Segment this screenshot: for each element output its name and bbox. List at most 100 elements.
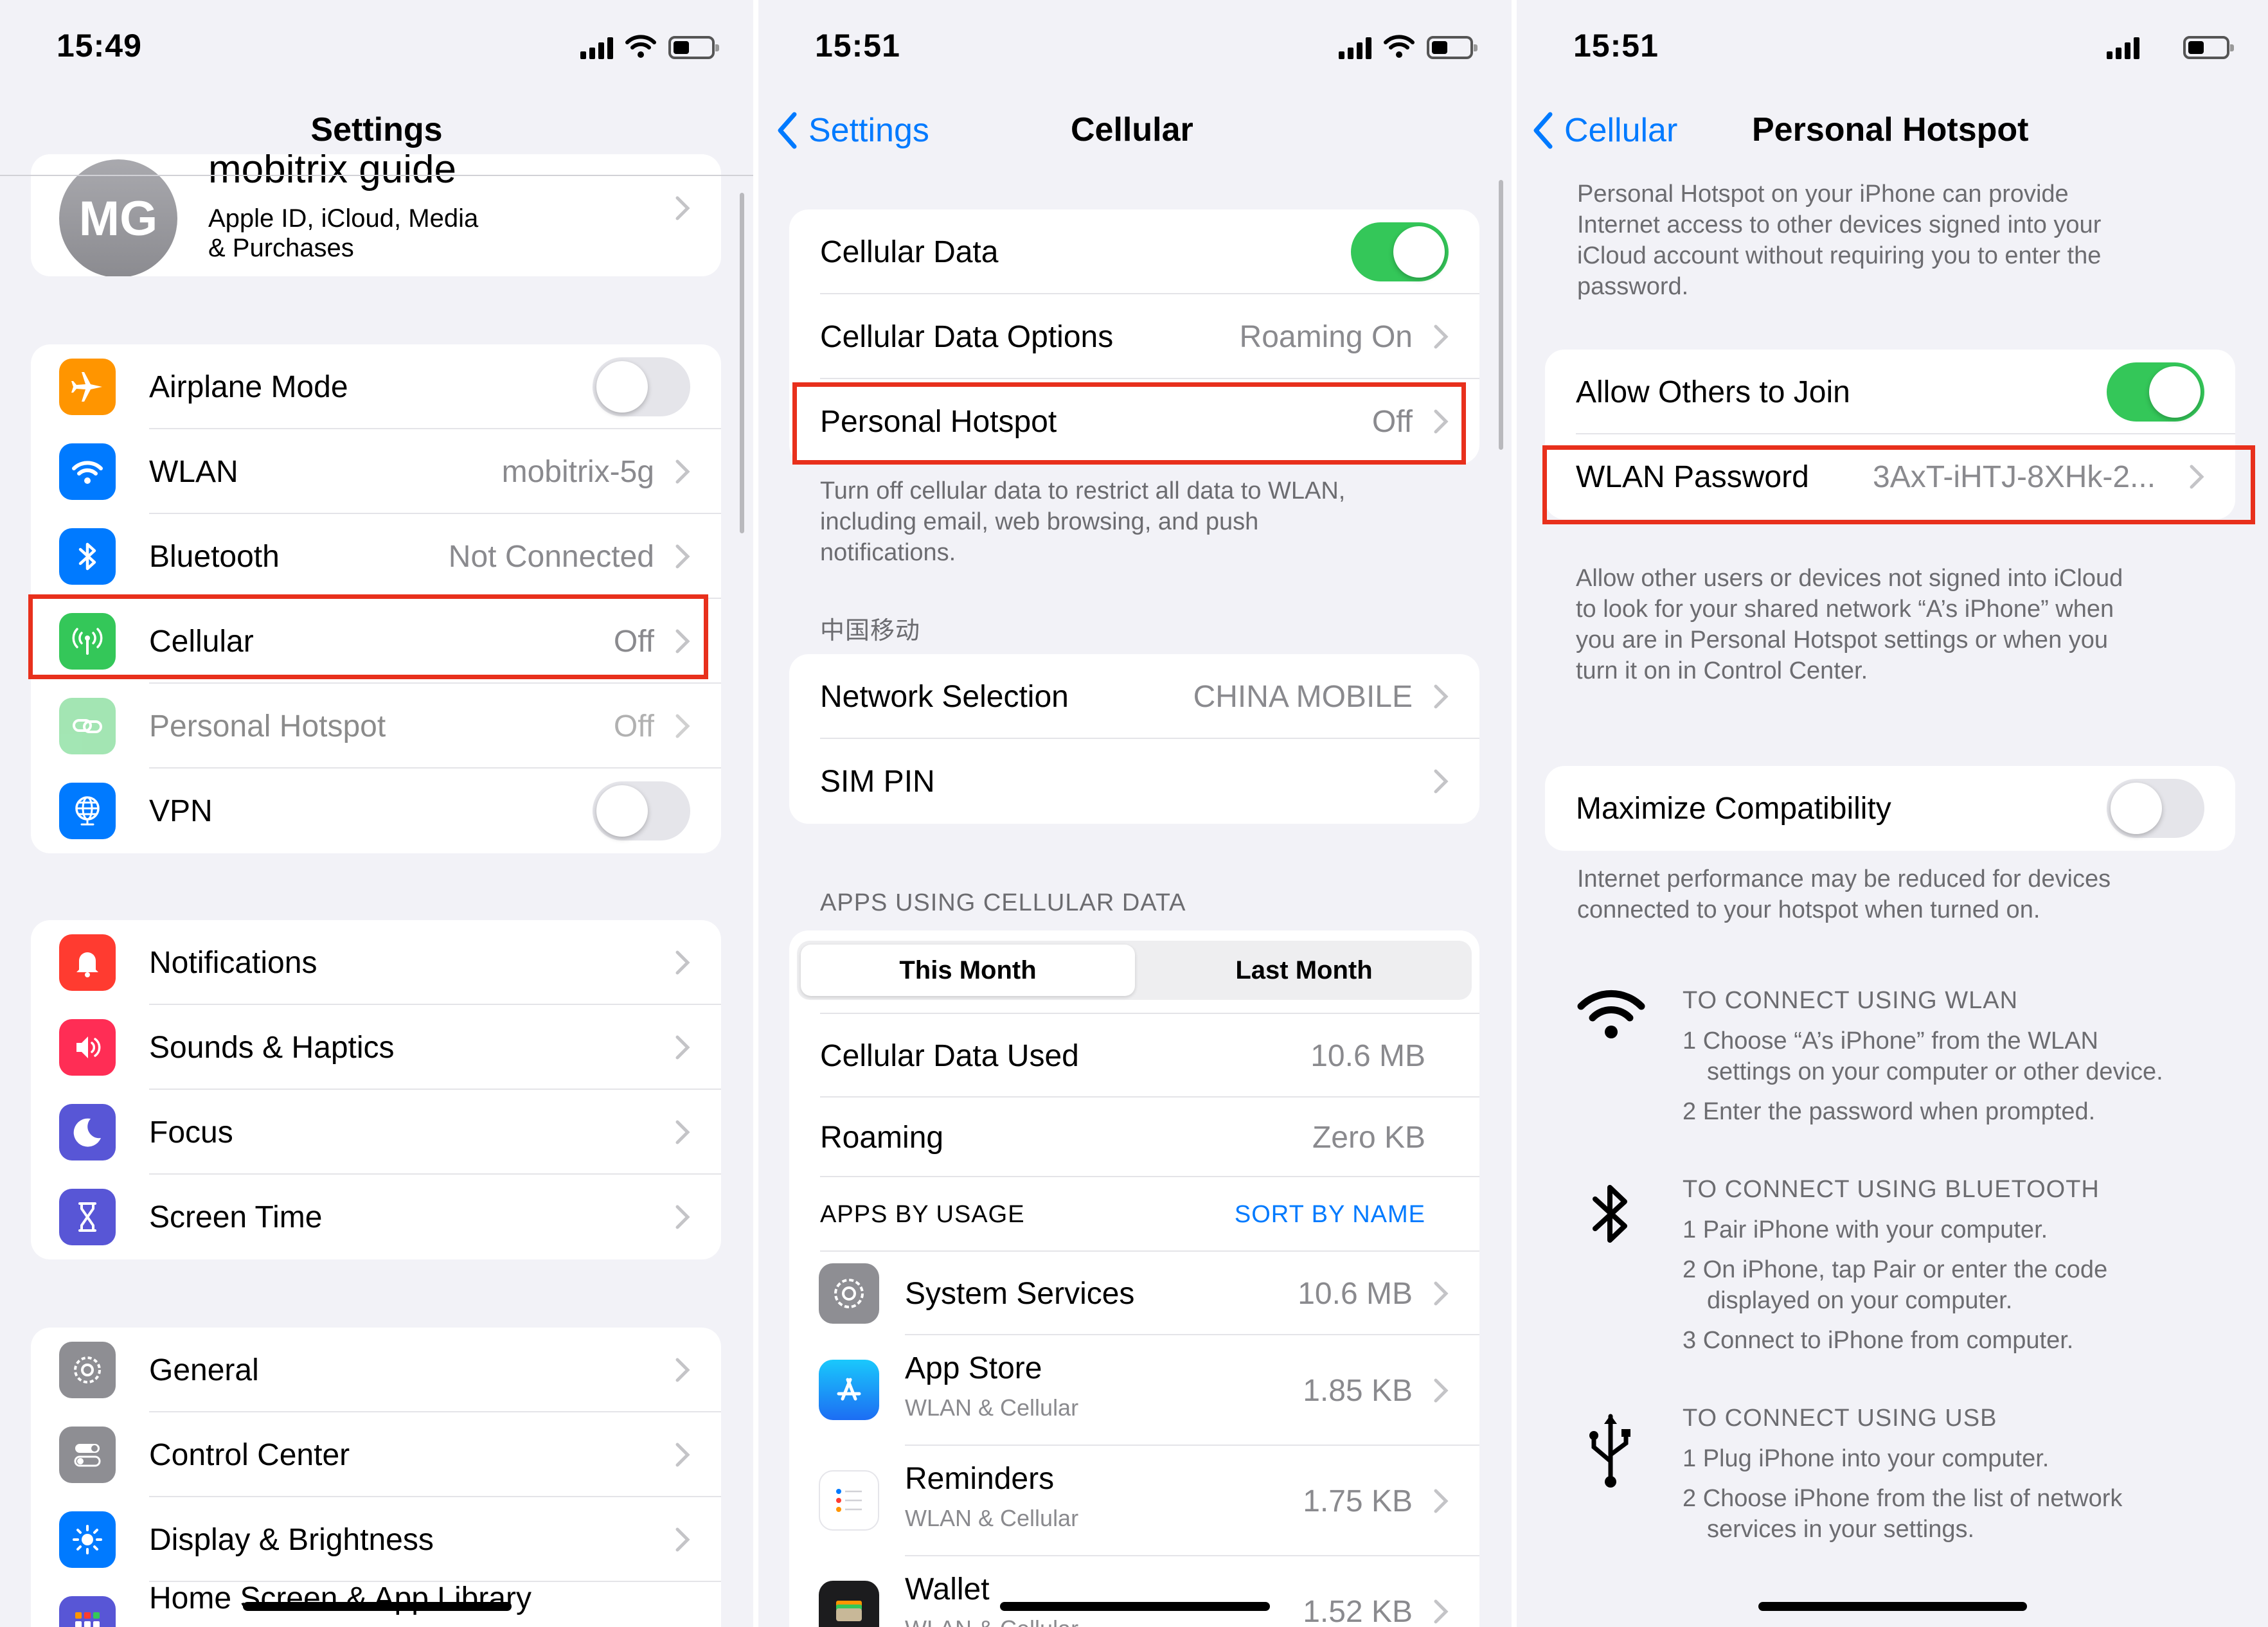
app-row-wallet[interactable]: Wallet WLAN & Cellular 1.52 KB [789,1556,1479,1627]
back-button[interactable]: Cellular [1531,111,1677,150]
speaker-icon [59,1019,116,1076]
settings-row-focus[interactable]: Focus [31,1090,721,1175]
segment-last-month[interactable]: Last Month [1140,945,1468,996]
settings-row-sounds[interactable]: Sounds & Haptics [31,1005,721,1090]
status-icons [1339,33,1478,59]
wallet-icon [819,1581,879,1627]
connect-step: 1 Choose “A’s iPhone” from the WLAN [1683,1027,2098,1054]
cellular-data-row: Cellular Data [789,209,1479,294]
note-line: Personal Hotspot on your iPhone can prov… [1577,181,2069,208]
sim-pin-row[interactable]: SIM PIN [789,739,1479,824]
status-icons [2107,33,2234,59]
row-label: Network Selection [820,679,1069,714]
row-label: Cellular Data Options [820,319,1114,354]
allow-others-row: Allow Others to Join [1545,350,2235,434]
scrollbar[interactable] [1499,180,1503,450]
note-line: password. [1577,273,1689,300]
settings-row-vpn[interactable]: VPN [31,769,721,853]
row-value: CHINA MOBILE [1193,679,1413,714]
note-line: iCloud account without requiring you to … [1577,242,2102,269]
home-indicator [1758,1602,2027,1611]
note-line: to look for your shared network “A’s iPh… [1576,596,2114,623]
app-usage: 1.52 KB [1303,1594,1413,1627]
allow-others-note: Allow other users or devices not signed … [1576,563,2251,686]
scrollbar[interactable] [740,193,744,533]
connect-step: settings on your computer or other devic… [1707,1058,2163,1085]
apps-by-usage-row: APPS BY USAGE SORT BY NAME [789,1177,1479,1252]
chevron-right-icon [1434,1281,1449,1306]
hotspot-intro: Personal Hotspot on your iPhone can prov… [1577,179,2246,302]
page-title: Personal Hotspot [1752,111,2029,148]
settings-row-notifications[interactable]: Notifications [31,920,721,1005]
signal-icon [2107,37,2139,59]
settings-row-screen-time[interactable]: Screen Time [31,1175,721,1259]
settings-row-label: Focus [149,1115,233,1150]
note-line: Allow other users or devices not signed … [1576,565,2123,592]
cellular-data-options-row[interactable]: Cellular Data Options Roaming On [789,294,1479,379]
sort-by-name-button[interactable]: SORT BY NAME [1235,1201,1425,1229]
chevron-right-icon [1434,1378,1449,1403]
row-value: 10.6 MB [1310,1038,1425,1073]
chevron-left-icon [778,112,797,149]
app-row-system-services[interactable]: System Services 10.6 MB [789,1252,1479,1335]
grid-icon [59,1596,116,1627]
maximize-note: Internet performance may be reduced for … [1577,864,2246,925]
carrier-group: Network Selection CHINA MOBILE SIM PIN [789,654,1479,824]
settings-row-control-center[interactable]: Control Center [31,1412,721,1497]
personal-hotspot-screen: 15:51 Cellular Personal Hotspot Personal… [1517,0,2268,1627]
connect-step: 2 Enter the password when prompted. [1683,1098,2096,1125]
settings-row-label: Personal Hotspot [149,709,386,743]
app-row-reminders[interactable]: Reminders WLAN & Cellular 1.75 KB [789,1446,1479,1556]
row-label: Maximize Compatibility [1576,791,1891,826]
profile-card[interactable]: MG mobitrix guide Apple ID, iCloud, Medi… [31,154,721,276]
app-usage: 1.85 KB [1303,1373,1413,1408]
wlan-password-highlight-box [1542,445,2255,524]
chevron-right-icon [675,544,690,569]
note-line: turn it on in Control Center. [1576,657,1868,684]
maximize-group: Maximize Compatibility [1545,766,2235,851]
back-label: Settings [808,112,929,149]
app-subtitle: WLAN & Cellular [905,1505,1079,1531]
airplane-mode-toggle[interactable] [593,357,690,416]
back-button[interactable]: Settings [775,111,929,150]
app-row-app-store[interactable]: App Store WLAN & Cellular 1.85 KB [789,1335,1479,1446]
note-line: Internet access to other devices signed … [1577,211,2102,238]
settings-row-bluetooth[interactable]: Bluetooth Not Connected [31,514,721,599]
connect-step: 2 Choose iPhone from the list of network [1683,1485,2123,1512]
settings-row-general[interactable]: General [31,1328,721,1412]
general-group: General Control Center Display & Brightn… [31,1328,721,1627]
status-time: 15:51 [1573,28,1659,64]
cellular-screen: 15:51 Settings Cellular Cellular Data Ce… [758,0,1512,1627]
battery-icon [1427,36,1478,59]
app-usage: 1.75 KB [1303,1484,1413,1518]
row-label: Allow Others to Join [1576,375,1850,409]
connect-step: 3 Connect to iPhone from computer. [1683,1327,2074,1354]
apps-group: This Month Last Month Cellular Data Used… [789,930,1479,1627]
cellular-data-toggle[interactable] [1351,222,1449,281]
settings-row-wlan[interactable]: WLAN mobitrix-5g [31,429,721,514]
row-value: Roaming On [1239,319,1413,354]
battery-icon [668,36,719,59]
hourglass-icon [59,1189,116,1245]
settings-row-display[interactable]: Display & Brightness [31,1497,721,1582]
profile-subtitle-2: & Purchases [208,234,354,262]
settings-row-label: Sounds & Haptics [149,1030,395,1065]
settings-row-label: General [149,1353,259,1387]
note-line: Turn off cellular data to restrict all d… [820,477,1346,504]
settings-row-label: Display & Brightness [149,1522,434,1557]
settings-row-label: Airplane Mode [149,369,348,404]
network-selection-row[interactable]: Network Selection CHINA MOBILE [789,654,1479,739]
chevron-right-icon [1434,684,1449,709]
segment-this-month[interactable]: This Month [801,945,1135,996]
wifi-icon [1577,990,1645,1038]
connect-usb-header: TO CONNECT USING USB [1683,1405,1997,1432]
maximize-compatibility-toggle[interactable] [2107,779,2204,838]
settings-row-airplane-mode[interactable]: Airplane Mode [31,344,721,429]
vpn-toggle[interactable] [593,781,690,840]
chevron-right-icon [675,1035,690,1060]
chevron-right-icon [1434,1489,1449,1513]
chevron-right-icon [1434,1599,1449,1624]
signal-icon [1339,37,1371,59]
allow-others-toggle[interactable] [2107,362,2204,422]
chevron-right-icon [675,1443,690,1467]
